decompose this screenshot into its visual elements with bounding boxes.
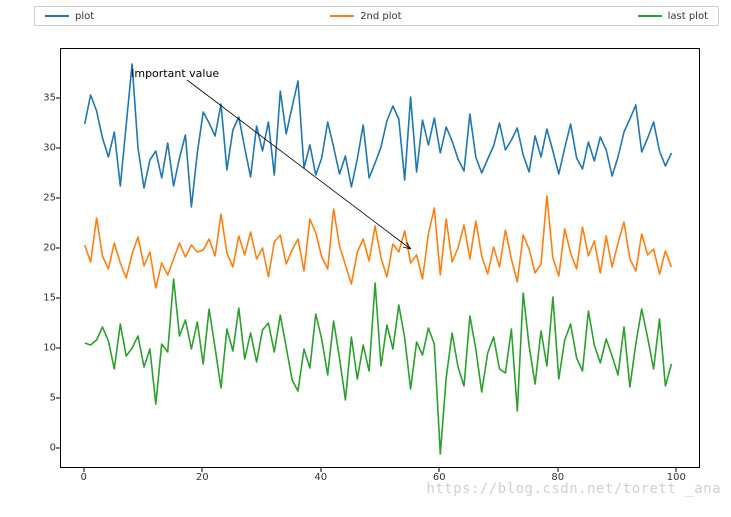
xtick-label: 80 [551,472,564,483]
legend-swatch-plot [45,15,69,17]
ytick-mark [56,298,60,299]
ytick-mark [56,348,60,349]
xtick-mark [676,468,677,472]
annotation-text: Important value [131,67,219,80]
legend-entry-plot: plot [45,11,94,22]
xtick-mark [439,468,440,472]
ytick-label: 35 [32,93,56,104]
ytick-label: 15 [32,293,56,304]
legend: plot 2nd plot last plot [34,6,719,26]
ytick-label: 5 [32,393,56,404]
ytick-label: 0 [32,443,56,454]
legend-entry-last-plot: last plot [638,11,708,22]
watermark: https://blog.csdn.net/torett _ana [426,481,721,497]
legend-label-last-plot: last plot [668,11,708,22]
legend-swatch-2nd-plot [330,15,354,17]
ytick-label: 20 [32,243,56,254]
ytick-mark [56,148,60,149]
plot-svg [61,49,701,469]
legend-entry-2nd-plot: 2nd plot [330,11,401,22]
series-plot [85,64,672,207]
ytick-label: 30 [32,143,56,154]
xtick-label: 20 [196,472,209,483]
axes [60,48,700,468]
ytick-label: 25 [32,193,56,204]
xtick-mark [202,468,203,472]
legend-label-2nd-plot: 2nd plot [360,11,401,22]
series-2nd-plot [85,196,672,288]
xtick-label: 0 [81,472,87,483]
xtick-mark [320,468,321,472]
series-last-plot [85,279,672,454]
legend-label-plot: plot [75,11,94,22]
xtick-mark [83,468,84,472]
ytick-mark [56,198,60,199]
ytick-mark [56,398,60,399]
annotation-arrow [187,80,411,249]
ytick-mark [56,248,60,249]
ytick-label: 10 [32,343,56,354]
ytick-mark [56,98,60,99]
legend-swatch-last-plot [638,15,662,17]
xtick-label: 40 [314,472,327,483]
xtick-mark [557,468,558,472]
xtick-label: 60 [433,472,446,483]
figure: plot 2nd plot last plot 0 5 10 15 20 25 30 35 0… [0,0,731,517]
xtick-label: 100 [667,472,686,483]
ytick-mark [56,448,60,449]
